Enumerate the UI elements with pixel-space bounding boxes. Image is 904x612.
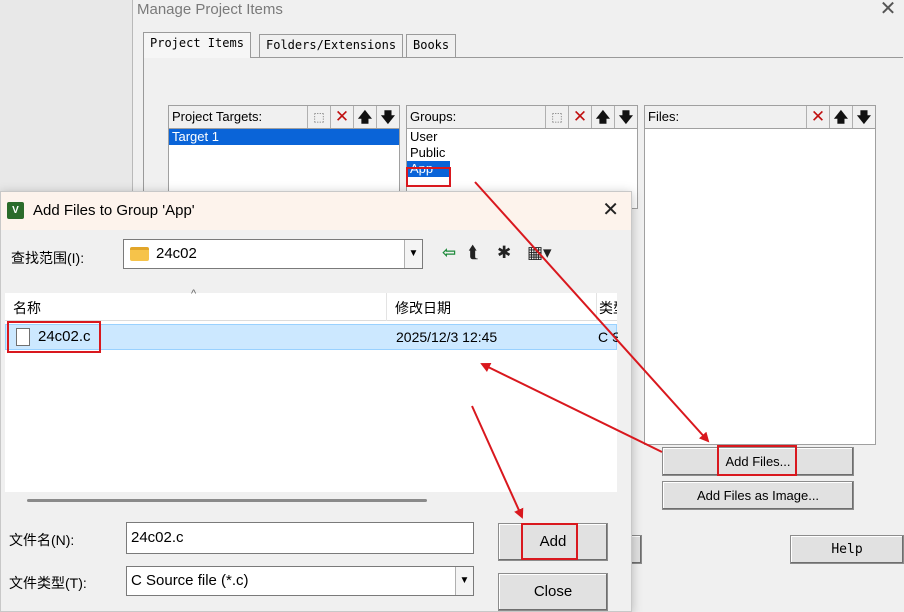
groups-header: Groups: ⬚ ✕ 🡅 🡇	[406, 105, 638, 129]
sort-ascending-icon: ^	[191, 288, 197, 300]
look-in-dropdown[interactable]: 24c02 ▼	[123, 239, 423, 269]
files-label: Files:	[648, 109, 680, 124]
files-header: Files: ✕ 🡅 🡇	[644, 105, 876, 129]
folder-icon	[130, 247, 149, 261]
highlight-box-add	[521, 523, 578, 560]
add-files-as-image-button[interactable]: Add Files as Image...	[662, 481, 854, 510]
files-list[interactable]	[644, 129, 876, 445]
tab-books[interactable]: Books	[406, 34, 457, 57]
delete-file-icon[interactable]: ✕	[806, 106, 829, 128]
help-button[interactable]: Help	[790, 535, 904, 564]
list-item-public[interactable]: Public	[407, 145, 637, 161]
tab-folders-extensions[interactable]: Folders/Extensions	[259, 34, 404, 57]
highlight-box-app-group	[406, 167, 451, 187]
highlight-box-file	[7, 321, 101, 353]
column-header-modified[interactable]: 修改日期	[387, 293, 597, 321]
move-down-icon[interactable]: 🡇	[614, 106, 637, 128]
tab-project-items[interactable]: Project Items	[143, 32, 251, 58]
highlight-box-add-files	[717, 445, 797, 476]
view-menu-icon[interactable]: ▦▾	[527, 243, 552, 263]
new-group-icon[interactable]: ⬚	[545, 106, 568, 128]
file-modified-cell: 2025/12/3 12:45	[396, 329, 498, 345]
close-icon[interactable]: ✕	[602, 200, 619, 220]
file-type-dropdown[interactable]: C Source file (*.c) ▼	[126, 566, 474, 596]
up-folder-icon[interactable]: ⮬	[468, 243, 478, 263]
column-header-type[interactable]: 类型	[597, 293, 617, 321]
back-icon[interactable]: ⇦	[442, 243, 456, 263]
file-type-cell: C Source file	[598, 329, 618, 345]
new-folder-icon[interactable]: ✱	[497, 243, 511, 263]
dialog-title: Add Files to Group 'App'	[33, 202, 195, 219]
look-in-label: 查找范围(I):	[11, 250, 85, 266]
list-item-user[interactable]: User	[407, 129, 637, 145]
file-name-input[interactable]: 24c02.c	[126, 522, 474, 554]
column-header-row: 名称 ^ 修改日期 类型	[5, 288, 617, 321]
look-in-value: 24c02	[156, 245, 197, 262]
groups-label: Groups:	[410, 109, 457, 124]
chevron-down-icon[interactable]: ▼	[404, 240, 422, 268]
project-targets-header: Project Targets: ⬚ ✕ 🡅 🡇	[168, 105, 400, 129]
delete-target-icon[interactable]: ✕	[330, 106, 353, 128]
file-type-value: C Source file (*.c)	[131, 572, 249, 589]
list-item-target-1[interactable]: Target 1	[169, 129, 399, 145]
app-icon: V	[7, 202, 24, 219]
move-up-icon[interactable]: 🡅	[353, 106, 376, 128]
file-type-label: 文件类型(T):	[9, 575, 87, 591]
scrollbar-thumb[interactable]	[27, 499, 427, 502]
delete-group-icon[interactable]: ✕	[568, 106, 591, 128]
window-title: Manage Project Items	[137, 1, 283, 18]
file-name-label: 文件名(N):	[9, 532, 75, 548]
move-up-icon[interactable]: 🡅	[591, 106, 614, 128]
move-up-icon[interactable]: 🡅	[829, 106, 852, 128]
chevron-down-icon[interactable]: ▼	[455, 567, 473, 595]
close-icon[interactable]: ✕	[878, 0, 898, 20]
new-target-icon[interactable]: ⬚	[307, 106, 330, 128]
move-down-icon[interactable]: 🡇	[852, 106, 875, 128]
move-down-icon[interactable]: 🡇	[376, 106, 399, 128]
close-button[interactable]: Close	[498, 573, 608, 611]
project-targets-label: Project Targets:	[172, 109, 263, 124]
dialog-titlebar: V Add Files to Group 'App' ✕	[1, 192, 631, 230]
horizontal-scrollbar[interactable]	[5, 492, 617, 508]
